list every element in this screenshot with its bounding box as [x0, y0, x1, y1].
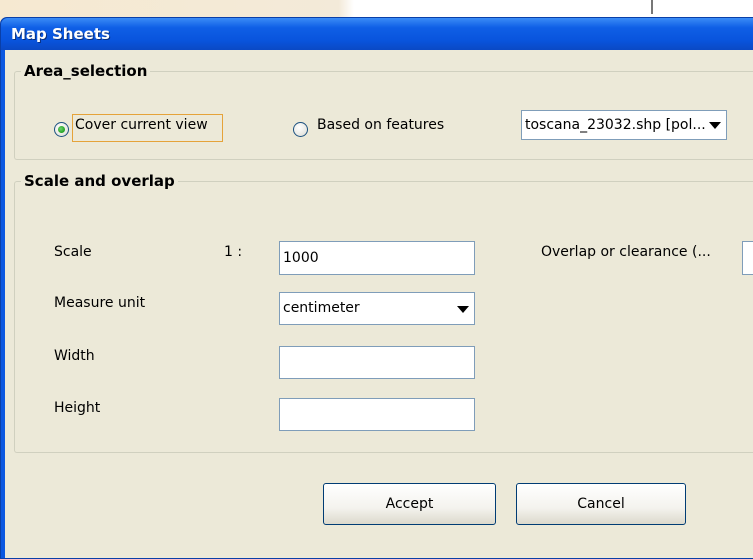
- scale-input[interactable]: 1000: [279, 241, 475, 275]
- measure-unit-label: Measure unit: [54, 295, 146, 311]
- overlap-label: Overlap or clearance (...: [541, 244, 711, 260]
- cancel-button[interactable]: Cancel: [516, 483, 686, 525]
- based-on-features-label[interactable]: Based on features: [317, 117, 444, 133]
- dialog-body: Area_selection Cover current view Based …: [5, 50, 753, 558]
- cover-current-view-label[interactable]: Cover current view: [75, 117, 208, 133]
- height-label: Height: [54, 400, 101, 416]
- radio-based-on-features[interactable]: [293, 122, 308, 137]
- map-sheets-dialog: Map Sheets Area_selection Cover current …: [0, 17, 753, 559]
- width-input[interactable]: [279, 346, 475, 379]
- background-divider: [651, 0, 653, 14]
- width-label: Width: [54, 348, 95, 364]
- scale-prefix: 1 :: [224, 244, 243, 260]
- layer-select[interactable]: toscana_23032.shp [pol...: [521, 110, 727, 140]
- window-title: Map Sheets: [11, 25, 110, 43]
- accept-button[interactable]: Accept: [323, 483, 496, 525]
- height-input[interactable]: [279, 398, 475, 431]
- scale-and-overlap-legend: Scale and overlap: [24, 172, 175, 190]
- scale-label: Scale: [54, 244, 92, 260]
- chevron-down-icon[interactable]: [457, 305, 469, 313]
- area-selection-legend: Area_selection: [24, 62, 148, 80]
- measure-unit-value: centimeter: [283, 300, 360, 316]
- layer-select-value: toscana_23032.shp [pol...: [525, 117, 706, 133]
- overlap-input[interactable]: [742, 241, 753, 275]
- chevron-down-icon[interactable]: [709, 122, 721, 129]
- title-bar[interactable]: Map Sheets: [1, 18, 753, 50]
- radio-cover-current-view[interactable]: [54, 122, 69, 137]
- measure-unit-select[interactable]: centimeter: [279, 292, 475, 325]
